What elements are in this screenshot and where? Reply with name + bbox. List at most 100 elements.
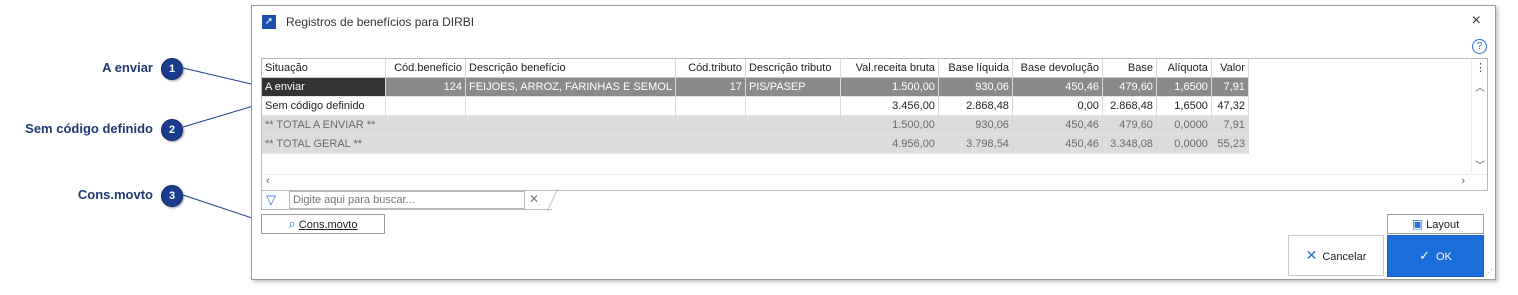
- cell: 450,46: [1012, 77, 1103, 97]
- column-header[interactable]: Val.receita bruta: [840, 59, 939, 78]
- cell: 450,46: [1012, 115, 1103, 135]
- cell: 930,06: [938, 77, 1013, 97]
- column-header[interactable]: Base líquida: [938, 59, 1013, 78]
- callout-badge: 3: [161, 185, 183, 207]
- search-input[interactable]: [289, 191, 525, 209]
- cell: 4.956,00: [840, 134, 939, 154]
- cell: 479,60: [1102, 115, 1157, 135]
- column-header[interactable]: Base devolução: [1012, 59, 1103, 78]
- cell: 7,91: [1211, 77, 1249, 97]
- cell: [745, 96, 841, 116]
- cell: [385, 115, 466, 135]
- cell: 124: [385, 77, 466, 97]
- cell: FEIJOES, ARROZ, FARINHAS E SEMOL: [465, 77, 676, 97]
- resize-grip-icon[interactable]: ⋰: [1485, 268, 1493, 277]
- close-icon[interactable]: ×: [1472, 12, 1481, 30]
- filter-icon[interactable]: ▽: [266, 192, 276, 208]
- close-icon: ✕: [1305, 247, 1318, 263]
- cell: 1.500,00: [840, 77, 939, 97]
- cancel-button[interactable]: ✕ Cancelar: [1288, 235, 1384, 276]
- cell: 1.500,00: [840, 115, 939, 135]
- scroll-down-icon[interactable]: ﹀: [1475, 157, 1485, 172]
- cons-movto-button[interactable]: ⌕ Cons.movto: [261, 214, 385, 234]
- column-header[interactable]: Cód.benefício: [385, 59, 466, 78]
- cell: 1,6500: [1156, 96, 1212, 116]
- cell: 3.456,00: [840, 96, 939, 116]
- cancel-label: Cancelar: [1322, 251, 1367, 263]
- cell: 0,0000: [1156, 134, 1212, 154]
- cell: 1,6500: [1156, 77, 1212, 97]
- clear-search-icon[interactable]: ✕: [529, 192, 539, 206]
- cell: 7,91: [1211, 115, 1249, 135]
- cell: [385, 96, 466, 116]
- benefits-grid[interactable]: Situação Cód.benefício Descrição benefíc…: [261, 58, 1488, 191]
- help-icon[interactable]: ?: [1472, 39, 1487, 54]
- cell: [385, 134, 466, 154]
- column-header[interactable]: Descrição tributo: [745, 59, 841, 78]
- cell: Sem código definido: [262, 96, 386, 116]
- benefits-table: Situação Cód.benefício Descrição benefíc…: [262, 59, 1249, 154]
- cell: 3.798,54: [938, 134, 1013, 154]
- cell: 0,00: [1012, 96, 1103, 116]
- callout-label: A enviar: [102, 60, 153, 75]
- column-menu-icon[interactable]: ⋮: [1475, 61, 1486, 74]
- table-row[interactable]: ** TOTAL GERAL ** 4.956,00 3.798,54 450,…: [262, 134, 1249, 154]
- cell: 930,06: [938, 115, 1013, 135]
- column-header[interactable]: Cód.tributo: [675, 59, 746, 78]
- cell: ** TOTAL GERAL **: [262, 134, 386, 154]
- callout-label: Cons.movto: [77, 187, 153, 202]
- cell: 0,0000: [1156, 115, 1212, 135]
- cell: [745, 134, 841, 154]
- cell: 479,60: [1102, 77, 1157, 97]
- cell: ** TOTAL A ENVIAR **: [262, 115, 386, 135]
- cell: 17: [675, 77, 746, 97]
- column-header[interactable]: Base: [1102, 59, 1157, 78]
- cons-movto-label: Cons.movto: [298, 219, 358, 231]
- cell: [675, 134, 746, 154]
- ok-label: OK: [1436, 251, 1452, 263]
- column-header[interactable]: Descrição benefício: [465, 59, 676, 78]
- cell: 47,32: [1211, 96, 1249, 116]
- table-row[interactable]: ** TOTAL A ENVIAR ** 1.500,00 930,06 450…: [262, 115, 1249, 135]
- cell: 2.868,48: [938, 96, 1013, 116]
- dirbi-dialog: ➚ Registros de benefícios para DIRBI × ?…: [251, 5, 1496, 280]
- cell: [465, 96, 676, 116]
- cell: 55,23: [1211, 134, 1249, 154]
- callout-label: Sem código definido: [25, 121, 153, 136]
- cell: [745, 115, 841, 135]
- titlebar: ➚ Registros de benefícios para DIRBI ×: [252, 6, 1495, 36]
- search-icon: ⌕: [288, 216, 296, 231]
- cell: [675, 96, 746, 116]
- callout-cons-movto: Cons.movto 3: [0, 185, 183, 207]
- cell: 450,46: [1012, 134, 1103, 154]
- horizontal-scrollbar[interactable]: ‹ ›: [262, 174, 1487, 190]
- check-icon: ✓: [1419, 248, 1430, 263]
- table-row[interactable]: A enviar 124 FEIJOES, ARROZ, FARINHAS E …: [262, 77, 1249, 97]
- callout-a-enviar: A enviar 1: [0, 58, 183, 80]
- scroll-left-icon[interactable]: ‹: [266, 175, 270, 187]
- search-bar: ▽ ✕: [261, 189, 559, 211]
- layout-button[interactable]: ▣ Layout: [1387, 214, 1484, 234]
- callout-badge: 1: [161, 58, 183, 80]
- cell: PIS/PASEP: [745, 77, 841, 97]
- scroll-up-icon[interactable]: ︿: [1475, 79, 1485, 94]
- header-row: Situação Cód.benefício Descrição benefíc…: [262, 59, 1249, 78]
- callout-badge: 2: [161, 119, 183, 141]
- layout-icon: ▣: [1411, 217, 1424, 231]
- scroll-right-icon[interactable]: ›: [1461, 175, 1465, 187]
- cell: A enviar: [262, 77, 386, 97]
- layout-label: Layout: [1426, 219, 1460, 231]
- cell: [675, 115, 746, 135]
- vertical-scrollbar[interactable]: ⋮ ︿ ﹀: [1471, 59, 1487, 173]
- table-row[interactable]: Sem código definido 3.456,00 2.868,48 0,…: [262, 96, 1249, 116]
- ok-button[interactable]: ✓ OK: [1387, 235, 1484, 277]
- cell: 3.348,08: [1102, 134, 1157, 154]
- column-header[interactable]: Valor: [1211, 59, 1249, 78]
- cell: [465, 115, 676, 135]
- app-arrow-icon: ➚: [262, 15, 276, 29]
- column-header[interactable]: Situação: [262, 59, 386, 78]
- column-header[interactable]: Alíquota: [1156, 59, 1212, 78]
- callout-sem-codigo: Sem código definido 2: [0, 119, 183, 141]
- window-title: Registros de benefícios para DIRBI: [286, 15, 475, 29]
- cell: 2.868,48: [1102, 96, 1157, 116]
